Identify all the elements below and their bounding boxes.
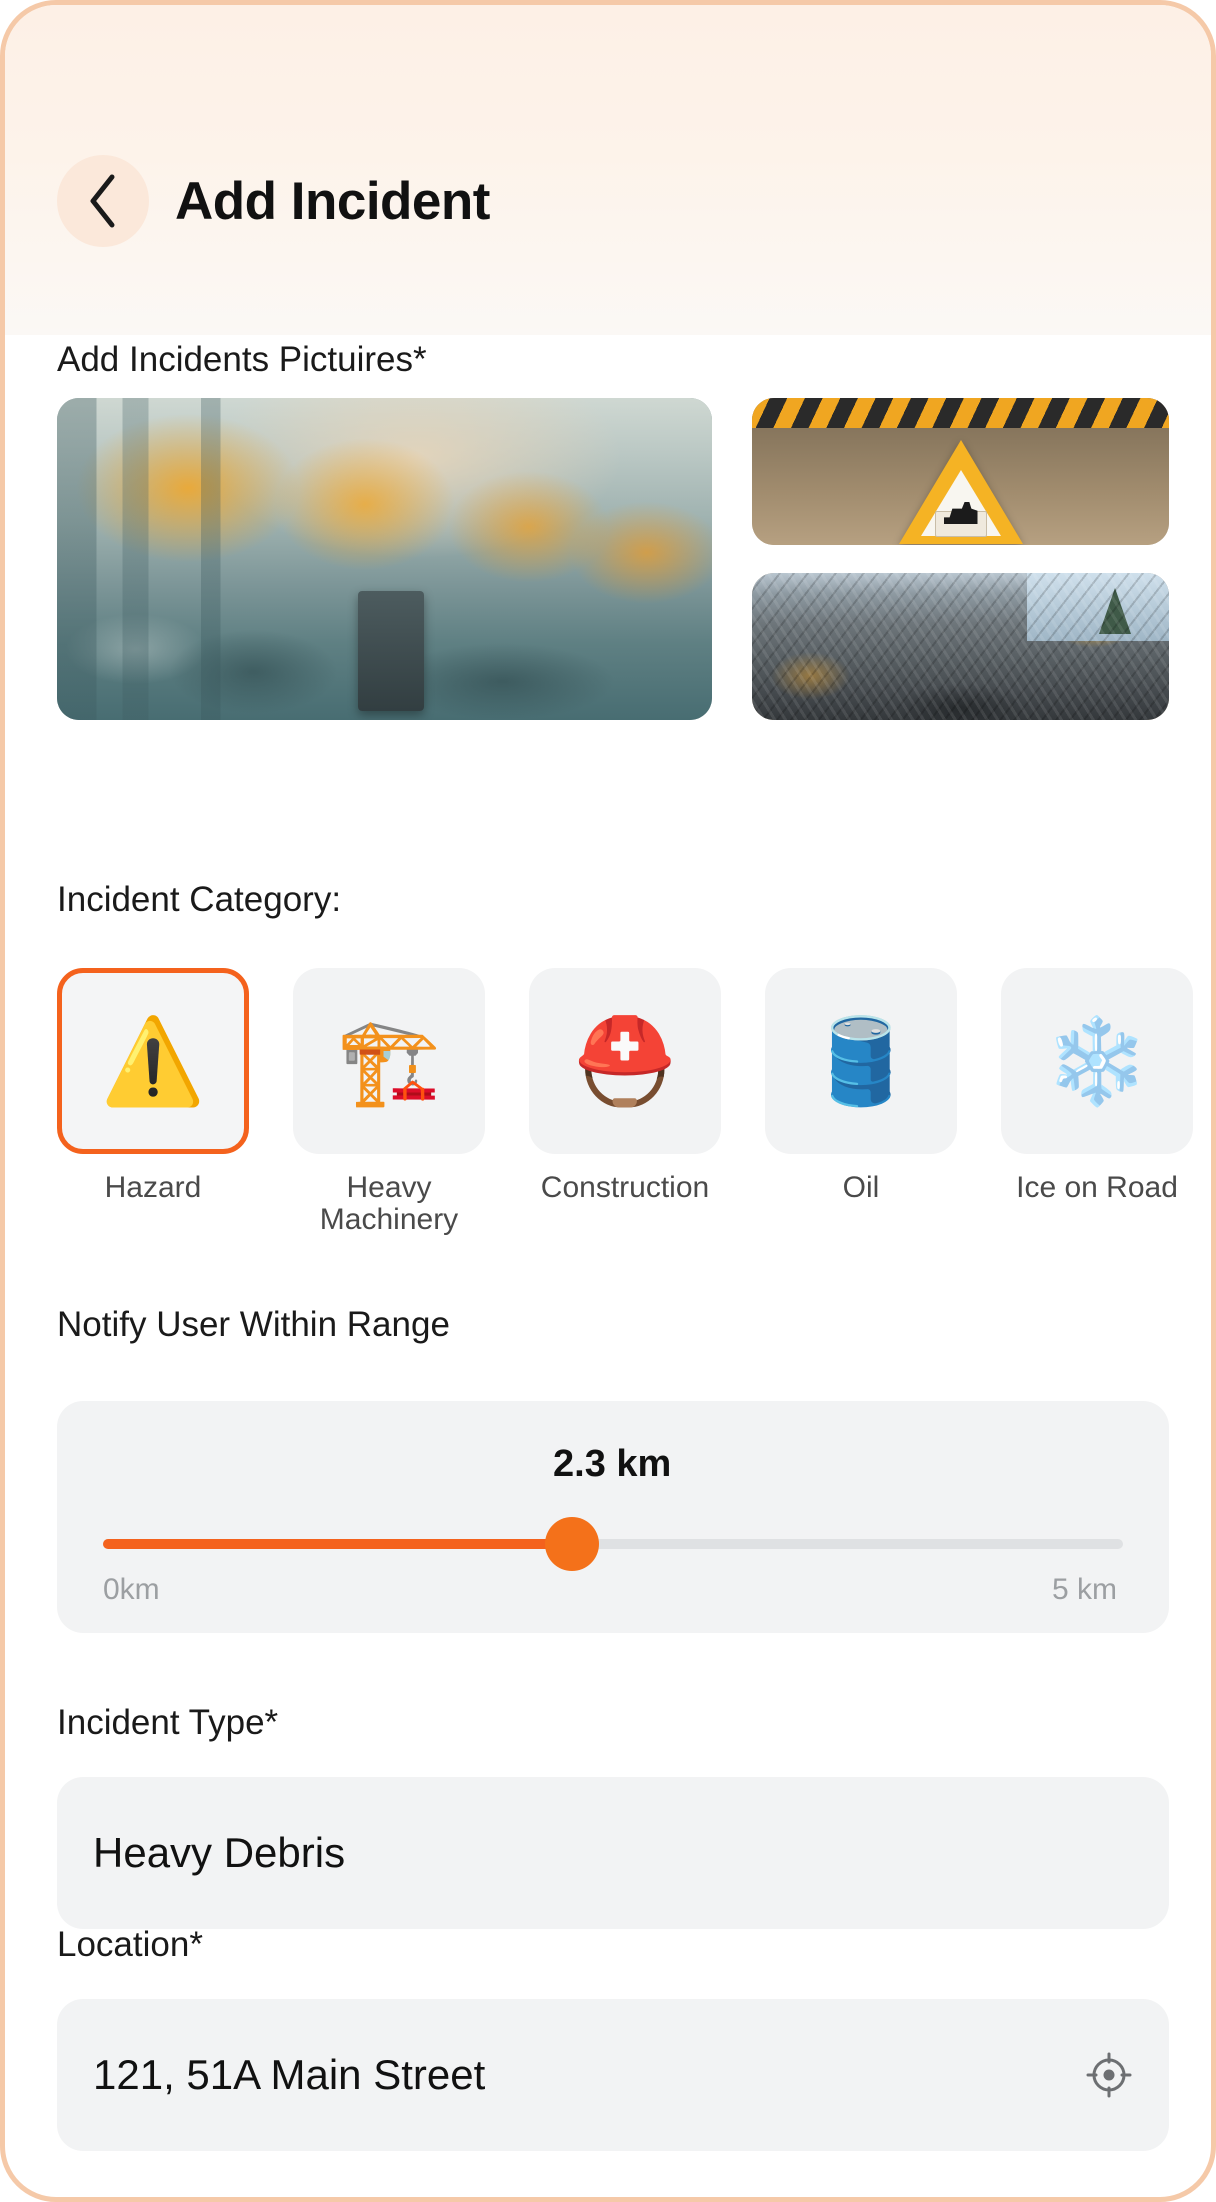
category-tile: ❄️	[1001, 968, 1193, 1154]
phone-screen: Add Incident Add Incidents Pictuires* In…	[0, 0, 1216, 2202]
category-chip-hazard[interactable]: ⚠️ Hazard	[57, 968, 249, 1268]
location-field[interactable]: 121, 51A Main Street	[57, 1999, 1169, 2151]
range-section-label: Notify User Within Range	[57, 1305, 450, 1344]
pictures-section-label: Add Incidents Pictuires*	[57, 340, 427, 379]
portable-toilet-shape	[358, 591, 425, 712]
location-label: Location*	[57, 1925, 203, 1964]
category-tile: ⛑️	[529, 968, 721, 1154]
incident-photo-2[interactable]	[752, 398, 1169, 545]
category-label: Heavy Machinery	[319, 1171, 459, 1237]
category-label: Construction	[540, 1171, 710, 1204]
tree-shape	[1099, 587, 1132, 634]
category-chip-strip[interactable]: ⚠️ Hazard 🏗️ Heavy Machinery ⛑️ Construc…	[57, 968, 1211, 1268]
slider-fill	[103, 1539, 573, 1549]
category-tile: 🛢️	[765, 968, 957, 1154]
sky-patch	[1027, 573, 1169, 641]
warning-triangle-icon: ⚠️	[100, 1014, 206, 1108]
rubble-excavator-image	[752, 573, 1169, 720]
range-max-label: 5 km	[1051, 1573, 1117, 1606]
range-slider[interactable]	[103, 1517, 1123, 1571]
location-value: 121, 51A Main Street	[93, 2051, 486, 2098]
category-chip-ice-on-road[interactable]: ❄️ Ice on Road	[1001, 968, 1193, 1268]
incident-type-label: Incident Type*	[57, 1703, 279, 1742]
warning-sign-image	[752, 398, 1169, 545]
category-chip-heavy-machinery[interactable]: 🏗️ Heavy Machinery	[293, 968, 485, 1268]
slider-thumb[interactable]	[545, 1517, 600, 1571]
incident-photo-column	[752, 398, 1169, 720]
pictures-gallery	[57, 398, 1169, 720]
range-slider-card: 2.3 km 0km 5 km	[57, 1401, 1169, 1633]
app-header: Add Incident	[57, 155, 490, 247]
snowflake-icon: ❄️	[1044, 1014, 1150, 1108]
category-label: Hazard	[104, 1171, 202, 1204]
range-value-text: 2.3 km	[553, 1443, 672, 1485]
category-chip-construction[interactable]: ⛑️ Construction	[529, 968, 721, 1268]
range-min-label: 0km	[103, 1573, 160, 1606]
category-section-label: Incident Category:	[57, 880, 342, 919]
incident-type-field[interactable]: Heavy Debris	[57, 1777, 1169, 1929]
category-tile: 🏗️	[293, 968, 485, 1154]
category-chip-oil[interactable]: 🛢️ Oil	[765, 968, 957, 1268]
incident-photo-main[interactable]	[57, 398, 712, 720]
incident-type-value: Heavy Debris	[93, 1829, 346, 1876]
incident-photo-3[interactable]	[752, 573, 1169, 720]
category-label: Ice on Road	[1016, 1171, 1178, 1204]
category-label: Oil	[842, 1171, 880, 1204]
category-tile: ⚠️	[57, 968, 249, 1154]
crane-icon: 🏗️	[336, 1014, 442, 1108]
crosshair-location-icon[interactable]	[1085, 2051, 1133, 2099]
oil-drum-icon: 🛢️	[808, 1014, 914, 1108]
chevron-left-icon	[86, 173, 120, 229]
hard-hat-icon: ⛑️	[572, 1014, 678, 1108]
page-title: Add Incident	[175, 171, 490, 231]
back-button[interactable]	[57, 155, 149, 247]
